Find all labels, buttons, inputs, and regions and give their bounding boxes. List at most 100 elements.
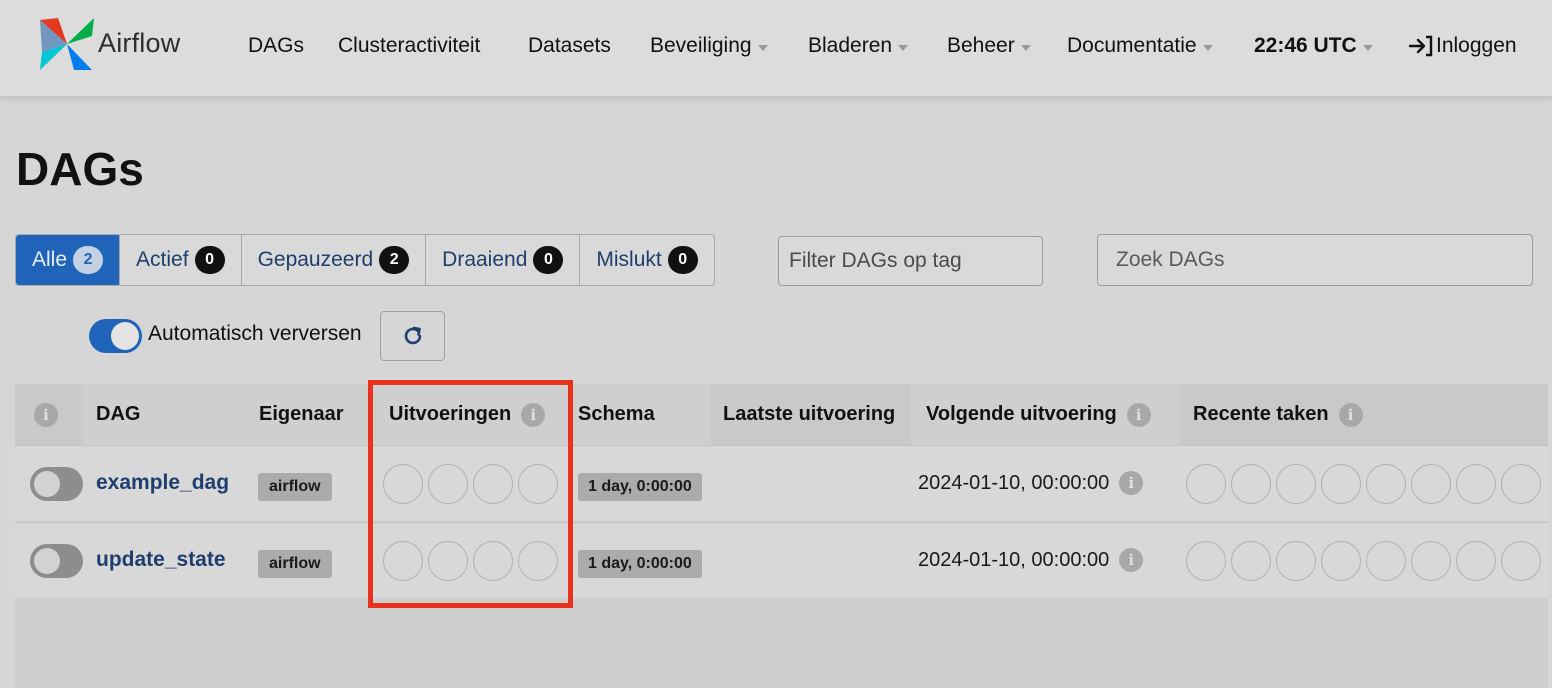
filter-all-button[interactable]: Alle 2 xyxy=(16,235,121,285)
filter-failed-button[interactable]: Mislukt 0 xyxy=(580,235,713,285)
filter-running-button[interactable]: Draaiend 0 xyxy=(426,235,581,285)
filter-paused-button[interactable]: Gepauzeerd 2 xyxy=(242,235,427,285)
task-status-circle[interactable] xyxy=(1366,464,1406,504)
count-badge: 0 xyxy=(194,246,225,274)
next-run-value: 2024-01-10, 00:00:00 xyxy=(918,548,1110,571)
owner-tag[interactable]: airflow xyxy=(258,550,332,578)
table-row: update_state airflow 1 day, 0:00:00 2024… xyxy=(15,522,1548,598)
column-header-schedule[interactable]: Schema xyxy=(578,384,655,445)
column-header-next-run[interactable]: Volgende uitvoering i xyxy=(926,384,1151,445)
task-status-circle[interactable] xyxy=(1321,464,1361,504)
info-icon[interactable]: i xyxy=(34,402,58,427)
task-status-circle[interactable] xyxy=(1186,541,1226,581)
task-status-circle[interactable] xyxy=(1321,541,1361,581)
task-status-circle[interactable] xyxy=(1276,464,1316,504)
task-status-circle[interactable] xyxy=(1231,541,1271,581)
count-badge: 0 xyxy=(667,246,698,274)
brand-name[interactable]: Airflow xyxy=(98,28,180,59)
column-header-recent-tasks: Recente taken i xyxy=(1193,384,1363,445)
task-status-circle[interactable] xyxy=(1231,464,1271,504)
chevron-down-icon xyxy=(757,44,768,51)
nav-browse-dropdown[interactable]: Bladeren xyxy=(808,34,909,58)
toggle-knob xyxy=(111,322,139,350)
table-row: example_dag airflow 1 day, 0:00:00 2024-… xyxy=(15,445,1548,521)
column-label: Uitvoeringen xyxy=(389,403,512,425)
run-status-circle[interactable] xyxy=(383,541,423,581)
auto-refresh-toggle[interactable] xyxy=(89,319,142,353)
info-icon[interactable]: i xyxy=(521,402,546,427)
info-icon[interactable]: i xyxy=(1338,402,1363,427)
status-filter-group: Alle 2 Actief 0 Gepauzeerd 2 Draaiend 0 … xyxy=(15,234,715,286)
task-status-circle[interactable] xyxy=(1276,541,1316,581)
column-header-dag[interactable]: DAG xyxy=(96,384,140,445)
schedule-tag[interactable]: 1 day, 0:00:00 xyxy=(578,473,702,501)
refresh-icon xyxy=(404,326,421,345)
next-run-cell: 2024-01-10, 00:00:00 i xyxy=(918,548,1144,572)
dag-pause-toggle[interactable] xyxy=(30,467,83,501)
info-icon[interactable]: i xyxy=(1119,548,1144,572)
count-badge: 2 xyxy=(73,246,104,274)
run-status-circle[interactable] xyxy=(473,541,513,581)
login-icon xyxy=(1408,35,1433,57)
dag-pause-toggle[interactable] xyxy=(30,544,83,578)
count-badge: 2 xyxy=(379,246,410,274)
column-header-last-run[interactable]: Laatste uitvoering xyxy=(723,384,895,445)
chevron-down-icon xyxy=(1202,44,1213,51)
info-icon[interactable]: i xyxy=(1119,471,1144,495)
column-label: Volgende uitvoering xyxy=(926,403,1117,425)
column-label: Recente taken xyxy=(1193,403,1329,425)
task-status-circle[interactable] xyxy=(1186,464,1226,504)
schedule-tag[interactable]: 1 day, 0:00:00 xyxy=(578,550,702,578)
filter-active-button[interactable]: Actief 0 xyxy=(120,235,242,285)
filter-label: Mislukt xyxy=(596,248,662,271)
dag-link[interactable]: update_state xyxy=(96,548,226,572)
navbar: Airflow DAGs Clusteractiviteit Datasets … xyxy=(0,0,1552,97)
run-status-circle[interactable] xyxy=(428,464,468,504)
tag-filter-input[interactable]: Filter DAGs op tag xyxy=(778,236,1043,286)
column-header-runs: Uitvoeringen i xyxy=(389,384,546,445)
column-header-owner[interactable]: Eigenaar xyxy=(259,384,343,445)
task-status-circle[interactable] xyxy=(1366,541,1406,581)
task-status-circle[interactable] xyxy=(1456,541,1496,581)
nav-datasets[interactable]: Datasets xyxy=(528,34,611,58)
count-badge: 0 xyxy=(533,246,564,274)
run-status-circle[interactable] xyxy=(518,541,558,581)
page-title: DAGs xyxy=(16,143,144,195)
airflow-logo-icon[interactable] xyxy=(38,16,96,72)
nav-security-dropdown[interactable]: Beveiliging xyxy=(650,34,768,58)
chevron-down-icon xyxy=(898,44,909,51)
table-header: i DAG Eigenaar Uitvoeringen i Schema Laat… xyxy=(15,384,1548,445)
toggle-knob xyxy=(34,548,60,574)
chevron-down-icon xyxy=(1020,44,1031,51)
toggle-knob xyxy=(34,471,60,497)
next-run-cell: 2024-01-10, 00:00:00 i xyxy=(918,471,1144,495)
dag-link[interactable]: example_dag xyxy=(96,471,229,495)
owner-tag[interactable]: airflow xyxy=(258,473,332,501)
dags-table: i DAG Eigenaar Uitvoeringen i Schema Laat… xyxy=(15,384,1548,688)
auto-refresh-label: Automatisch verversen xyxy=(148,322,362,345)
nav-admin-dropdown[interactable]: Beheer xyxy=(947,34,1031,58)
next-run-value: 2024-01-10, 00:00:00 xyxy=(918,471,1110,494)
task-status-circle[interactable] xyxy=(1411,464,1451,504)
task-status-circle[interactable] xyxy=(1501,464,1541,504)
nav-docs-dropdown[interactable]: Documentatie xyxy=(1067,34,1213,58)
task-status-circle[interactable] xyxy=(1501,541,1541,581)
search-dags-input[interactable]: Zoek DAGs xyxy=(1097,234,1533,286)
run-status-circle[interactable] xyxy=(383,464,423,504)
nav-dags[interactable]: DAGs xyxy=(248,34,304,58)
nav-timezone-dropdown[interactable]: 22:46 UTC xyxy=(1254,34,1373,58)
task-status-circle[interactable] xyxy=(1456,464,1496,504)
task-status-circle[interactable] xyxy=(1411,541,1451,581)
nav-cluster-activity[interactable]: Clusteractiviteit xyxy=(338,34,480,58)
filter-label: Gepauzeerd xyxy=(257,248,374,271)
filter-label: Draaiend xyxy=(442,248,528,271)
run-status-circle[interactable] xyxy=(518,464,558,504)
filter-label: Actief xyxy=(136,248,189,271)
chevron-down-icon xyxy=(1362,44,1373,51)
nav-login[interactable]: Inloggen xyxy=(1408,34,1517,58)
run-status-circle[interactable] xyxy=(473,464,513,504)
run-status-circle[interactable] xyxy=(428,541,468,581)
info-icon[interactable]: i xyxy=(1126,402,1151,427)
filter-label: Alle xyxy=(32,248,68,271)
refresh-button[interactable] xyxy=(380,311,445,361)
